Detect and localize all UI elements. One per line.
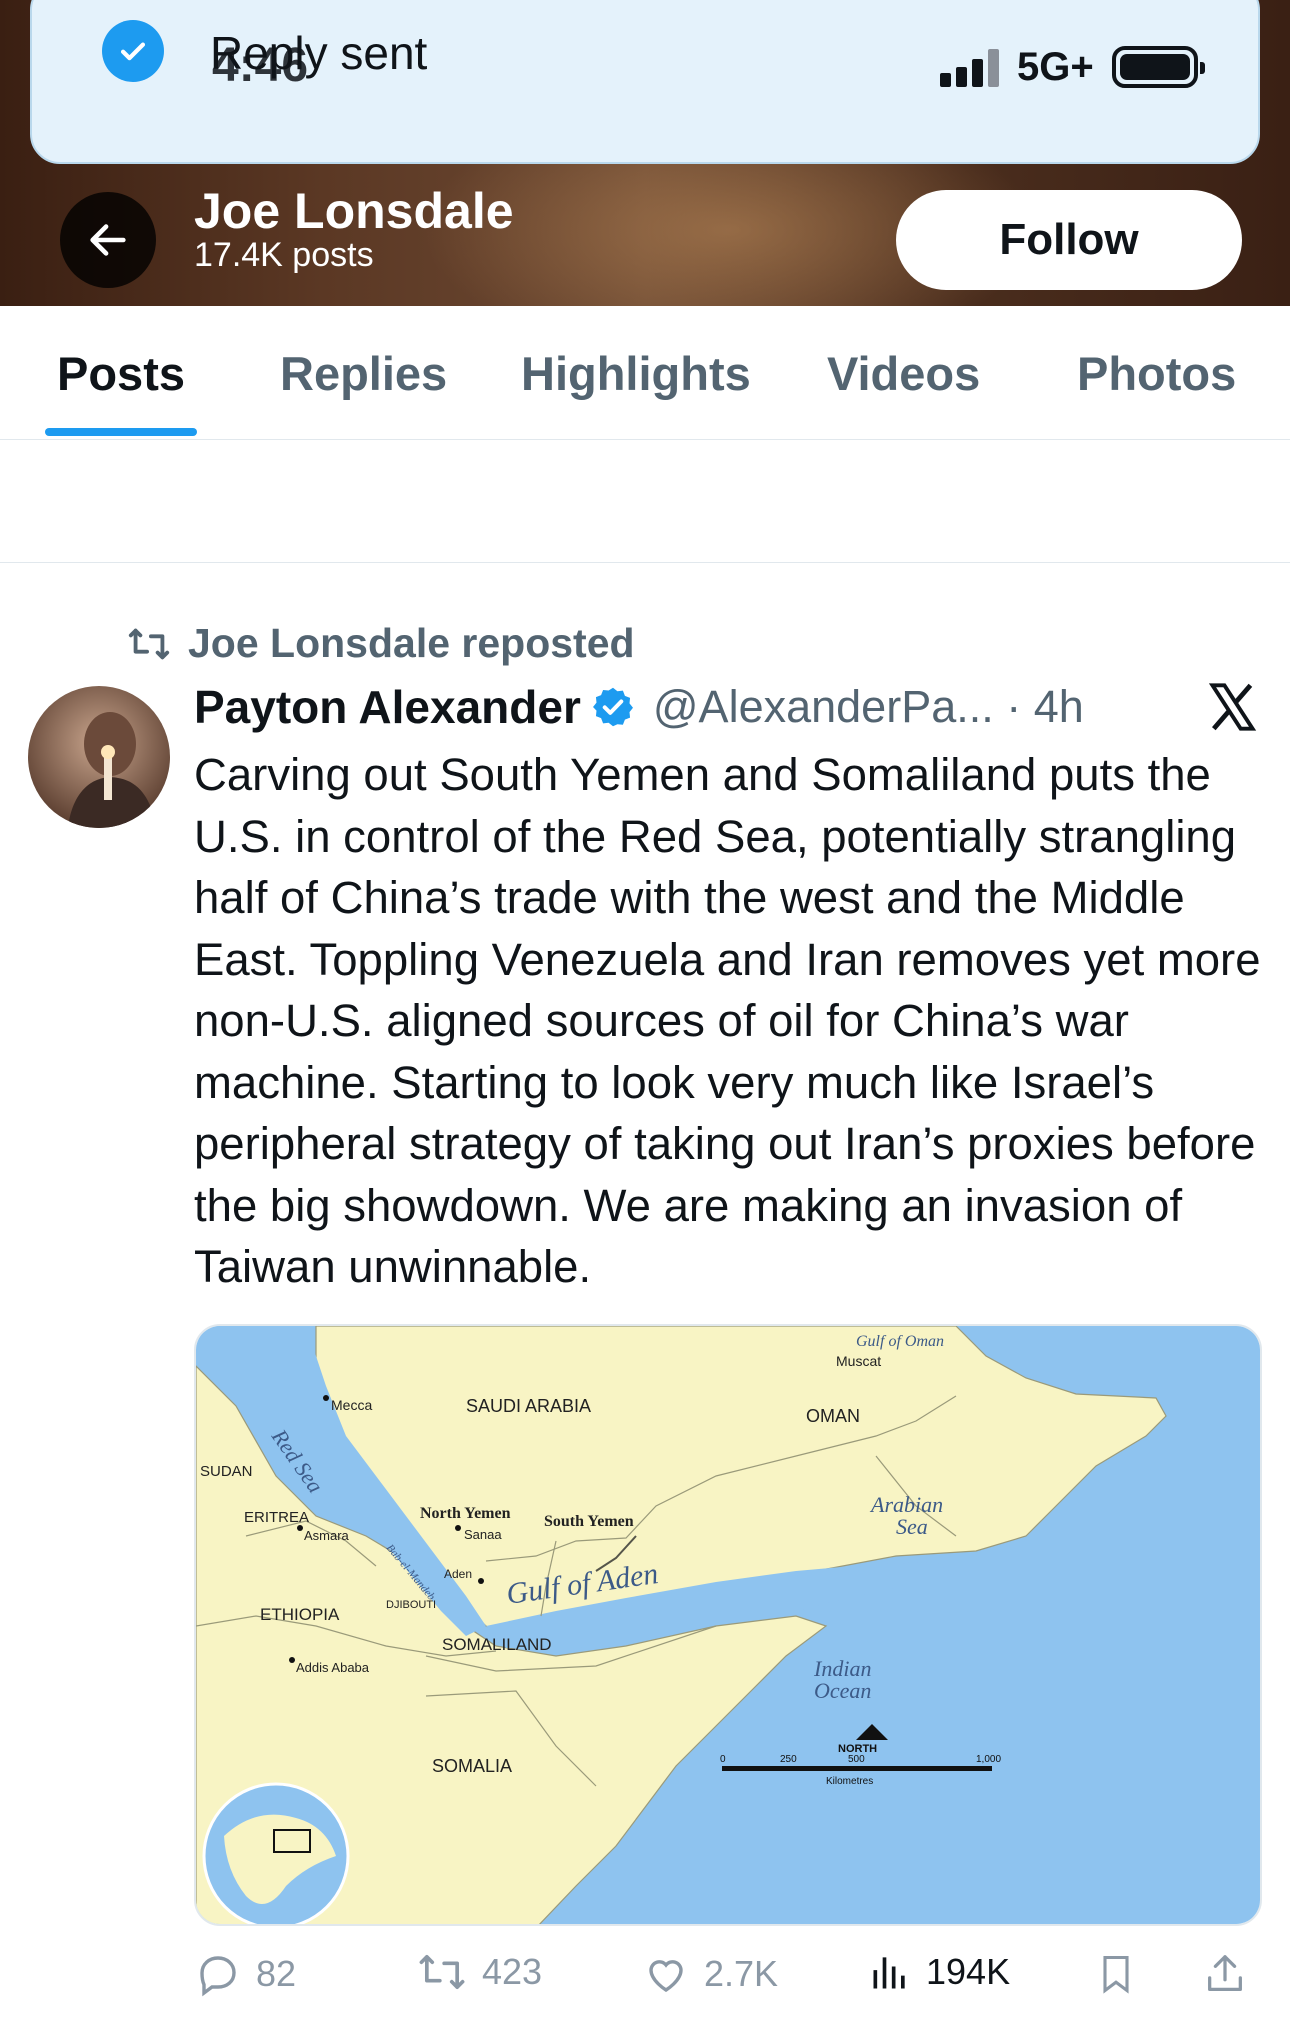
reply-count: 82: [256, 1953, 297, 1994]
tab-photos[interactable]: Photos: [1077, 346, 1236, 401]
map-label-sanaa: Sanaa: [464, 1527, 502, 1542]
map-label-somalia: SOMALIA: [432, 1756, 512, 1776]
verified-badge-icon: [592, 687, 633, 727]
map-label-south-yemen: South Yemen: [544, 1513, 634, 1530]
map-label-somaliland: SOMALILAND: [442, 1635, 552, 1654]
x-logo-icon: [1206, 680, 1258, 734]
back-button[interactable]: [60, 192, 156, 288]
map-scale-250: 250: [780, 1754, 797, 1765]
active-tab-indicator: [45, 428, 197, 436]
map-scale-0: 0: [720, 1754, 726, 1765]
network-type: 5G+: [1017, 44, 1094, 89]
reply-icon: [200, 1956, 236, 1997]
tab-replies[interactable]: Replies: [280, 346, 447, 401]
tab-posts[interactable]: Posts: [57, 346, 185, 401]
map-scale-1000: 1,000: [976, 1754, 1001, 1765]
profile-post-count: 17.4K posts: [194, 236, 374, 274]
reply-button[interactable]: 82: [194, 1950, 296, 1998]
map-label-oman: OMAN: [806, 1406, 860, 1426]
heart-icon: [649, 1960, 683, 1992]
follow-button[interactable]: Follow: [896, 190, 1242, 290]
repost-icon: [128, 628, 170, 659]
divider: [0, 562, 1290, 563]
repost-count: 423: [482, 1951, 543, 1992]
map-label-ethiopia: ETHIOPIA: [260, 1605, 340, 1624]
bookmark-icon: [1103, 1955, 1129, 1994]
map-scale-500: 500: [848, 1754, 865, 1765]
repost-button[interactable]: 423: [416, 1950, 542, 1994]
view-count: 194K: [926, 1951, 1011, 1992]
profile-header-banner: 4:46 Reply sent 5G+ Joe Lonsdale 17.4K p…: [0, 0, 1290, 306]
map-label-mecca: Mecca: [331, 1397, 372, 1413]
checkmark-icon: [102, 20, 164, 82]
map-label-djibouti: DJIBOUTI: [386, 1599, 436, 1611]
map-label-asmara: Asmara: [304, 1528, 350, 1543]
map-label-north-yemen: North Yemen: [420, 1505, 511, 1522]
map-label-aden: Aden: [444, 1567, 472, 1581]
tab-videos[interactable]: Videos: [827, 346, 980, 401]
status-indicators: 5G+: [940, 42, 1205, 92]
signal-icon: [940, 47, 999, 87]
post-map-image[interactable]: Gulf of Oman Muscat Mecca SAUDI ARABIA O…: [194, 1324, 1262, 1926]
like-button[interactable]: 2.7K: [642, 1950, 778, 1998]
repost-icon: [419, 1954, 465, 1990]
post-author-row: Payton Alexander @AlexanderPa... · 4h: [194, 680, 1084, 734]
repost-indicator[interactable]: Joe Lonsdale reposted: [126, 620, 635, 667]
share-button[interactable]: [1202, 1950, 1248, 1998]
map-label-saudi-arabia: SAUDI ARABIA: [466, 1396, 591, 1416]
arrow-left-icon: [90, 224, 126, 256]
like-count: 2.7K: [704, 1953, 779, 1994]
profile-name: Joe Lonsdale: [194, 183, 514, 239]
map-label-sudan: SUDAN: [200, 1463, 253, 1480]
map-scale-unit: Kilometres: [826, 1776, 873, 1787]
repost-label: Joe Lonsdale reposted: [188, 620, 635, 666]
reply-sent-toast[interactable]: 4:46 Reply sent 5G+: [30, 0, 1260, 164]
map-label-muscat: Muscat: [836, 1353, 881, 1369]
post-actions: 82 423 2.7K 194K: [194, 1950, 1274, 2010]
share-icon: [1208, 1955, 1242, 1991]
map-label-addis-ababa: Addis Ababa: [296, 1660, 370, 1675]
author-handle-and-time[interactable]: @AlexanderPa... · 4h: [653, 681, 1084, 733]
profile-tabs: Posts Replies Highlights Videos Photos: [0, 306, 1290, 440]
bookmark-button[interactable]: [1094, 1950, 1138, 1998]
map-label-eritrea: ERITREA: [244, 1509, 309, 1526]
analytics-icon: [873, 1957, 905, 1989]
views-button[interactable]: 194K: [868, 1950, 1010, 1994]
author-name[interactable]: Payton Alexander: [194, 680, 581, 734]
post-text: Carving out South Yemen and Somaliland p…: [194, 749, 1261, 1292]
map-label-arabian-sea-2: Sea: [896, 1514, 928, 1539]
map-label-indian-ocean-2: Ocean: [814, 1678, 871, 1703]
battery-icon: [1111, 46, 1205, 88]
toast-message: Reply sent: [210, 27, 428, 79]
tab-highlights[interactable]: Highlights: [521, 346, 751, 401]
map-label-gulf-of-oman: Gulf of Oman: [856, 1333, 944, 1350]
avatar[interactable]: [28, 686, 170, 828]
